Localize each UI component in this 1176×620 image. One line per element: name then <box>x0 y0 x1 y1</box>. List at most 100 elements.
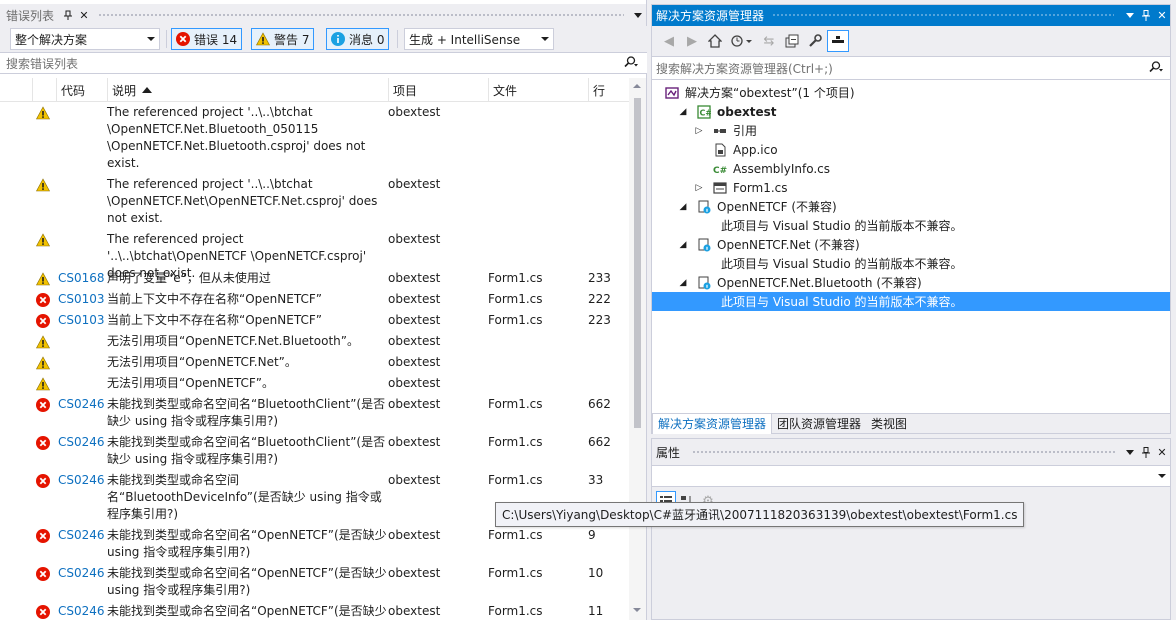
properties-object-dropdown[interactable] <box>652 465 1170 487</box>
messages-filter-button[interactable]: 消息 0 <box>326 28 390 50</box>
error-code-link[interactable]: CS0103 <box>58 291 105 308</box>
error-description: 未能找到类型或命名空间名“OpenNETCF”(是否缺少 using 指令或程序… <box>107 528 387 559</box>
error-code-link[interactable]: CS0246 <box>58 527 105 544</box>
properties-wrench-icon[interactable] <box>804 30 826 52</box>
error-list-title: 错误列表 <box>6 8 55 23</box>
tree-node[interactable]: 此项目与 Visual Studio 的当前版本不兼容。 <box>652 292 1170 311</box>
build-source-dropdown[interactable]: 生成 + IntelliSense <box>404 28 554 50</box>
error-list-scrollbar[interactable] <box>629 78 646 620</box>
error-description: The referenced project '..\..\btchat \Op… <box>107 177 378 225</box>
solution-explorer-search-input[interactable]: 搜索解决方案资源管理器(Ctrl+;) <box>652 56 1170 80</box>
table-row[interactable]: 无法引用项目“OpenNETCF.Net”。 obextest <box>0 354 630 375</box>
pin-icon[interactable] <box>60 7 76 23</box>
table-row[interactable]: CS0246 未能找到类型或命名空间名“BluetoothClient”(是否缺少… <box>0 434 630 472</box>
window-menu-arrow-icon[interactable] <box>1122 444 1138 460</box>
table-row[interactable]: CS0246 未能找到类型或命名空间名“BluetoothClient”(是否缺少… <box>0 396 630 434</box>
tree-node[interactable]: ▷ Form1.cs <box>652 178 1170 197</box>
tree-node[interactable]: 此项目与 Visual Studio 的当前版本不兼容。 <box>652 216 1170 235</box>
collapse-arrow-icon[interactable]: ◢ <box>678 278 688 288</box>
tree-node[interactable]: ▷ 引用 <box>652 121 1170 140</box>
tree-node[interactable]: 解决方案“obextest”(1 个项目) <box>652 83 1170 102</box>
collapse-arrow-icon[interactable]: ◢ <box>678 202 688 212</box>
tree-node[interactable]: 此项目与 Visual Studio 的当前版本不兼容。 <box>652 254 1170 273</box>
icon-file-icon <box>712 142 728 158</box>
table-row[interactable]: The referenced project '..\..\btchat \Op… <box>0 176 630 231</box>
tree-node[interactable]: ◢ OpenNETCF.Net.Bluetooth (不兼容) <box>652 273 1170 292</box>
tab-team-explorer[interactable]: 团队资源管理器 <box>772 414 866 434</box>
error-list-titlebar[interactable]: 错误列表 ✕ <box>0 4 646 26</box>
close-icon[interactable]: ✕ <box>76 7 92 23</box>
references-icon <box>712 123 728 139</box>
error-list-toolbar: 整个解决方案 错误 14 警告 7 消息 0 生成 + IntelliSense <box>0 26 647 52</box>
home-icon[interactable] <box>704 30 726 52</box>
scroll-down-icon[interactable] <box>633 608 641 612</box>
error-description: 无法引用项目“OpenNETCF”。 <box>107 376 274 390</box>
col-header-file-label: 文件 <box>493 83 518 98</box>
tree-node-label: OpenNETCF (不兼容) <box>717 200 837 214</box>
error-code-link[interactable]: CS0246 <box>58 565 105 582</box>
error-code-link[interactable]: CS0246 <box>58 396 105 413</box>
errors-filter-button[interactable]: 错误 14 <box>171 28 243 50</box>
collapse-arrow-icon[interactable]: ◢ <box>678 107 688 117</box>
properties-titlebar[interactable]: 属性 ✕ <box>652 441 1170 463</box>
close-icon[interactable]: ✕ <box>1154 8 1170 24</box>
window-menu-arrow-icon[interactable] <box>630 7 646 23</box>
error-project: obextest <box>388 355 441 369</box>
solution-explorer-toolbar: ◀ ▶ ⇆ <box>652 26 1170 56</box>
table-row[interactable]: CS0103 当前上下文中不存在名称“OpenNETCF” obextest Form… <box>0 291 630 312</box>
svg-text:C#: C# <box>700 108 712 117</box>
tab-solution-explorer[interactable]: 解决方案资源管理器 <box>652 413 773 434</box>
scroll-up-icon[interactable] <box>633 84 641 88</box>
search-icon[interactable] <box>623 56 639 71</box>
table-row[interactable]: CS0246未能找到类型或命名空间名“OpenNETCF”(是否缺少 using… <box>0 527 630 565</box>
tree-node[interactable]: ◢ C# obextest <box>652 102 1170 121</box>
table-row[interactable]: The referenced project '..\..\btchat \Op… <box>0 104 630 176</box>
tree-node[interactable]: C# AssemblyInfo.cs <box>652 159 1170 178</box>
expand-arrow-icon[interactable]: ▷ <box>694 126 704 136</box>
expand-arrow-icon[interactable]: ▷ <box>694 183 704 193</box>
table-row[interactable]: CS0246未能找到类型或命名空间名“OpenNETCF”(是否缺少 using… <box>0 603 630 620</box>
tree-node[interactable]: ◢ OpenNETCF (不兼容) <box>652 197 1170 216</box>
close-icon[interactable]: ✕ <box>1154 444 1170 460</box>
scope-dropdown[interactable]: 整个解决方案 <box>10 28 160 50</box>
col-header-code[interactable]: 代码 <box>56 78 108 102</box>
table-row[interactable]: CS0246未能找到类型或命名空间名“OpenNETCF”(是否缺少 using… <box>0 565 630 603</box>
error-file: Form1.cs <box>488 292 543 306</box>
scrollbar-thumb[interactable] <box>634 98 641 428</box>
back-icon[interactable]: ◀ <box>658 30 680 52</box>
col-header-line[interactable]: 行 <box>588 78 630 102</box>
pin-icon[interactable] <box>1138 8 1154 24</box>
preview-selected-items-icon[interactable] <box>827 30 849 52</box>
error-code-link[interactable]: CS0246 <box>58 472 105 489</box>
table-row[interactable]: CS0103 当前上下文中不存在名称“OpenNETCF” obextest Form… <box>0 312 630 333</box>
error-project: obextest <box>388 604 441 618</box>
error-code-link[interactable]: CS0103 <box>58 312 105 329</box>
col-header-project[interactable]: 项目 <box>388 78 488 102</box>
error-list-search-input[interactable]: 搜索错误列表 <box>0 52 647 74</box>
error-code-link[interactable]: CS0246 <box>58 434 105 451</box>
window-menu-arrow-icon[interactable] <box>1122 8 1138 24</box>
collapse-all-icon[interactable] <box>781 30 803 52</box>
forward-icon[interactable]: ▶ <box>681 30 703 52</box>
col-header-file[interactable]: 文件 <box>488 78 588 102</box>
tab-class-view[interactable]: 类视图 <box>866 414 912 434</box>
pin-icon[interactable] <box>1138 444 1154 460</box>
col-header-icon[interactable] <box>0 78 32 102</box>
pending-changes-filter-icon[interactable] <box>727 30 757 52</box>
solution-explorer-titlebar[interactable]: 解决方案资源管理器 ✕ <box>652 5 1170 26</box>
collapse-arrow-icon[interactable]: ◢ <box>678 240 688 250</box>
col-header-blank[interactable] <box>32 78 54 102</box>
tree-node[interactable]: App.ico <box>652 140 1170 159</box>
table-row[interactable]: CS0168 声明了变量“e”，但从未使用过 obextest Form1.cs 233 <box>0 270 630 291</box>
sync-icon[interactable]: ⇆ <box>758 30 780 52</box>
search-icon[interactable] <box>1148 61 1164 76</box>
table-row[interactable]: 无法引用项目“OpenNETCF”。 obextest <box>0 375 630 396</box>
error-project: obextest <box>388 232 441 246</box>
tree-node[interactable]: ◢ OpenNETCF.Net (不兼容) <box>652 235 1170 254</box>
col-header-description[interactable]: 说明 <box>107 78 389 102</box>
error-code-link[interactable]: CS0168 <box>58 270 105 287</box>
table-row[interactable]: The referenced project '..\..\btchat\Ope… <box>0 231 630 280</box>
error-code-link[interactable]: CS0246 <box>58 603 105 620</box>
warnings-filter-button[interactable]: 警告 7 <box>251 28 315 50</box>
table-row[interactable]: 无法引用项目“OpenNETCF.Net.Bluetooth”。 obextest <box>0 333 630 354</box>
